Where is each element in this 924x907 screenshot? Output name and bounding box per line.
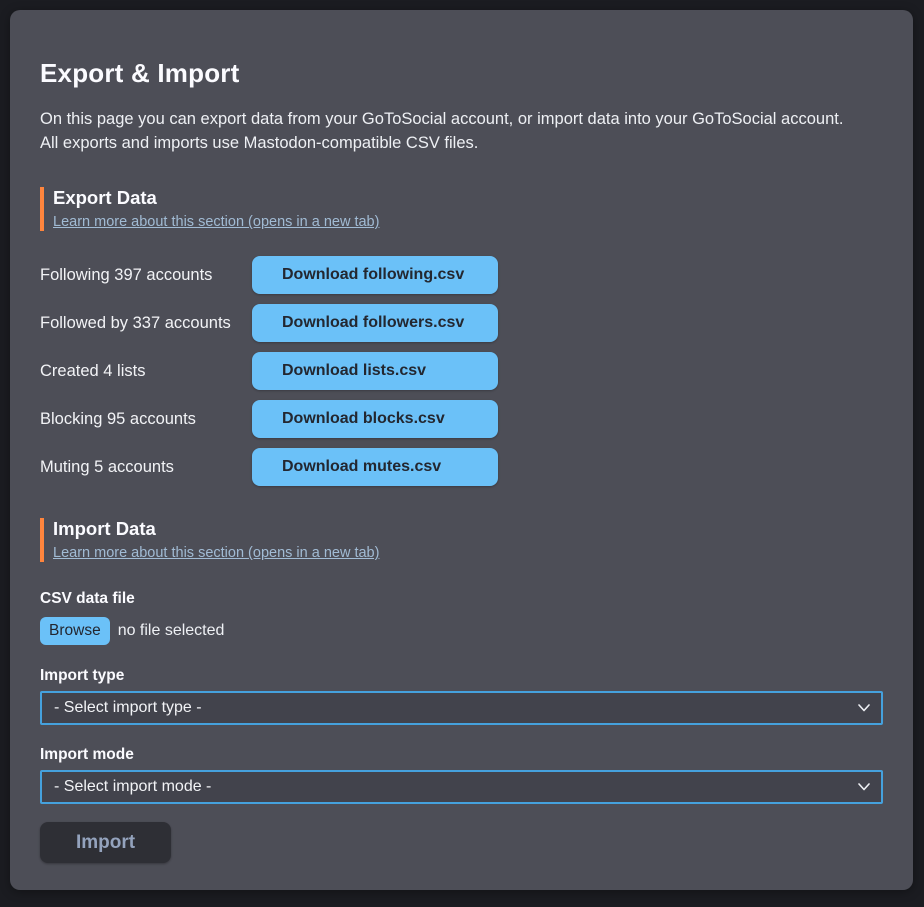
- import-section-title: Import Data: [53, 518, 883, 540]
- import-submit-button[interactable]: Import: [40, 822, 171, 863]
- import-mode-select-wrap: - Select import mode -: [40, 770, 883, 804]
- import-mode-selected-value: - Select import mode -: [54, 778, 211, 796]
- page-description-line1: On this page you can export data from yo…: [40, 107, 883, 131]
- export-row-label: Following 397 accounts: [40, 266, 252, 285]
- download-mutes-button[interactable]: Download mutes.csv: [252, 448, 498, 486]
- chevron-down-icon: [858, 783, 870, 791]
- export-import-panel: Export & Import On this page you can exp…: [10, 10, 913, 890]
- export-row-label: Followed by 337 accounts: [40, 314, 252, 333]
- browse-button[interactable]: Browse: [40, 617, 110, 645]
- import-type-label: Import type: [40, 667, 883, 685]
- import-type-select[interactable]: - Select import type -: [40, 691, 883, 725]
- export-section-header: Export Data Learn more about this sectio…: [40, 187, 883, 231]
- export-learn-more-link[interactable]: Learn more about this section (opens in …: [53, 214, 379, 230]
- page-description: On this page you can export data from yo…: [40, 107, 883, 155]
- import-mode-label: Import mode: [40, 746, 883, 764]
- download-followers-button[interactable]: Download followers.csv: [252, 304, 498, 342]
- export-row-label: Muting 5 accounts: [40, 458, 252, 477]
- page-title: Export & Import: [40, 10, 883, 89]
- export-row-following: Following 397 accounts Download followin…: [40, 256, 883, 294]
- export-row-label: Created 4 lists: [40, 362, 252, 381]
- download-lists-button[interactable]: Download lists.csv: [252, 352, 498, 390]
- import-learn-more-link[interactable]: Learn more about this section (opens in …: [53, 545, 379, 561]
- csv-file-label: CSV data file: [40, 590, 883, 608]
- export-section-title: Export Data: [53, 187, 883, 209]
- file-status-text: no file selected: [118, 622, 225, 640]
- chevron-down-icon: [858, 704, 870, 712]
- export-row-mutes: Muting 5 accounts Download mutes.csv: [40, 448, 883, 486]
- import-type-selected-value: - Select import type -: [54, 699, 202, 717]
- import-type-select-wrap: - Select import type -: [40, 691, 883, 725]
- export-row-followers: Followed by 337 accounts Download follow…: [40, 304, 883, 342]
- csv-file-input: Browse no file selected: [40, 615, 883, 646]
- page-description-line2: All exports and imports use Mastodon-com…: [40, 131, 883, 155]
- download-blocks-button[interactable]: Download blocks.csv: [252, 400, 498, 438]
- export-row-lists: Created 4 lists Download lists.csv: [40, 352, 883, 390]
- import-section-header: Import Data Learn more about this sectio…: [40, 518, 883, 562]
- import-mode-select[interactable]: - Select import mode -: [40, 770, 883, 804]
- download-following-button[interactable]: Download following.csv: [252, 256, 498, 294]
- export-rows: Following 397 accounts Download followin…: [40, 256, 883, 486]
- export-row-blocks: Blocking 95 accounts Download blocks.csv: [40, 400, 883, 438]
- export-row-label: Blocking 95 accounts: [40, 410, 252, 429]
